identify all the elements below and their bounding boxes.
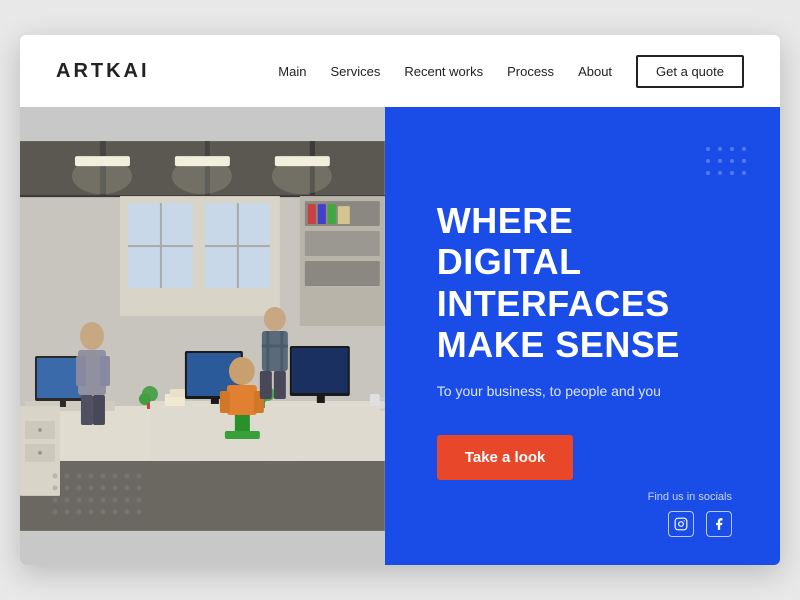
- hero-headline: WHERE DIGITAL INTERFACES MAKE SENSE: [437, 200, 728, 366]
- page-wrapper: ARTKAI Main Services Recent works Proces…: [20, 35, 780, 565]
- nav-main[interactable]: Main: [278, 64, 306, 79]
- decorative-dots: [706, 147, 750, 179]
- office-illustration: [20, 107, 385, 565]
- browser-window: ARTKAI Main Services Recent works Proces…: [20, 35, 780, 565]
- headline-line1: WHERE: [437, 200, 574, 241]
- office-image-panel: [20, 107, 385, 565]
- nav-recent-works[interactable]: Recent works: [404, 64, 483, 79]
- header: ARTKAI Main Services Recent works Proces…: [20, 35, 780, 107]
- facebook-icon[interactable]: [706, 511, 732, 537]
- headline-line2: DIGITAL INTERFACES: [437, 241, 670, 323]
- headline-line3: MAKE SENSE: [437, 324, 680, 365]
- take-a-look-button[interactable]: Take a look: [437, 435, 574, 480]
- find-us-label: Find us in socials: [648, 491, 732, 503]
- social-icons-row: [648, 511, 732, 537]
- nav-process[interactable]: Process: [507, 64, 554, 79]
- main-content: WHERE DIGITAL INTERFACES MAKE SENSE To y…: [20, 107, 780, 565]
- navigation: Main Services Recent works Process About…: [278, 55, 744, 88]
- logo: ARTKAI: [56, 60, 150, 83]
- instagram-icon[interactable]: [668, 511, 694, 537]
- social-section: Find us in socials: [648, 491, 732, 537]
- nav-services[interactable]: Services: [330, 64, 380, 79]
- hero-panel: WHERE DIGITAL INTERFACES MAKE SENSE To y…: [385, 107, 780, 565]
- nav-about[interactable]: About: [578, 64, 612, 79]
- get-quote-button[interactable]: Get a quote: [636, 55, 744, 88]
- hero-subtitle: To your business, to people and you: [437, 383, 728, 399]
